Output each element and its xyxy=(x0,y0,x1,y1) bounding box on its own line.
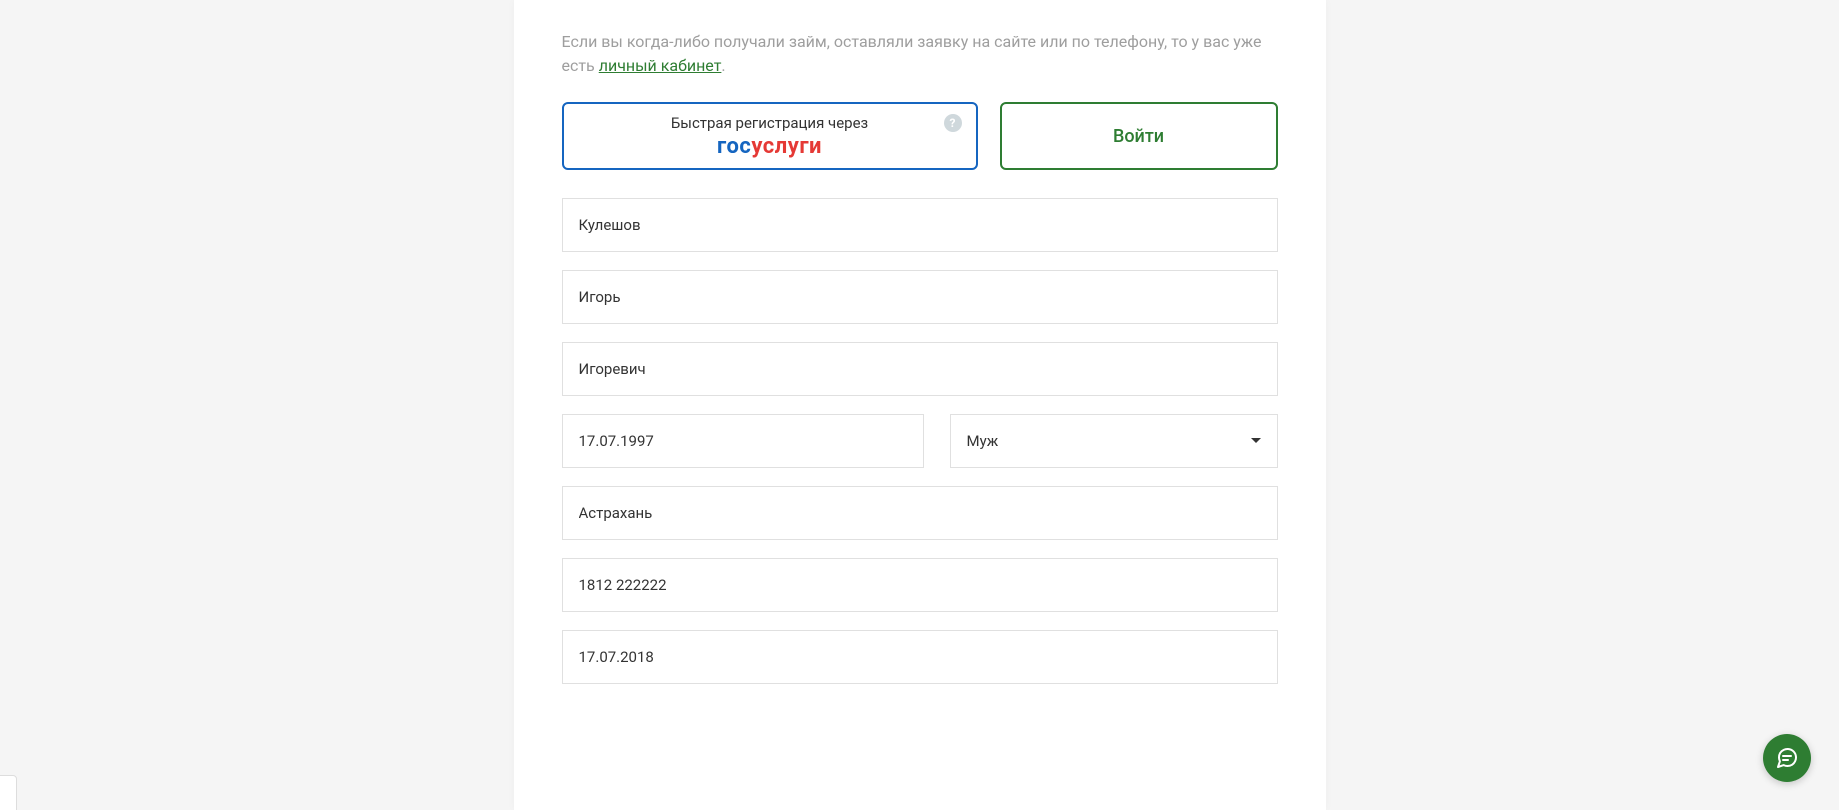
login-button-label: Войти xyxy=(1113,126,1164,147)
city-input[interactable] xyxy=(562,486,1278,540)
chat-icon xyxy=(1775,746,1799,770)
passport-input[interactable] xyxy=(562,558,1278,612)
help-icon[interactable]: ? xyxy=(944,114,962,132)
issue-date-input[interactable] xyxy=(562,630,1278,684)
personal-account-link[interactable]: личный кабинет xyxy=(599,56,722,75)
gender-select[interactable] xyxy=(950,414,1278,468)
last-name-input[interactable] xyxy=(562,198,1278,252)
gosuslugi-top-text: Быстрая регистрация через xyxy=(671,114,868,132)
gosuslugi-logo-part2: услуги xyxy=(751,134,822,159)
gender-select-wrapper xyxy=(950,414,1278,468)
scroll-hint xyxy=(0,775,17,810)
patronymic-input[interactable] xyxy=(562,342,1278,396)
registration-card: Если вы когда-либо получали займ, оставл… xyxy=(514,0,1326,810)
gosuslugi-logo: госуслуги xyxy=(717,134,822,159)
login-button[interactable]: Войти xyxy=(1000,102,1278,170)
birth-date-input[interactable] xyxy=(562,414,924,468)
birth-gender-row xyxy=(562,414,1278,468)
chat-button[interactable] xyxy=(1763,734,1811,782)
auth-button-row: ? Быстрая регистрация через госуслуги Во… xyxy=(562,102,1278,170)
intro-after: . xyxy=(721,56,725,75)
gosuslugi-logo-part1: гос xyxy=(717,134,751,159)
gosuslugi-register-button[interactable]: ? Быстрая регистрация через госуслуги xyxy=(562,102,978,170)
first-name-input[interactable] xyxy=(562,270,1278,324)
intro-text: Если вы когда-либо получали займ, оставл… xyxy=(562,30,1278,78)
